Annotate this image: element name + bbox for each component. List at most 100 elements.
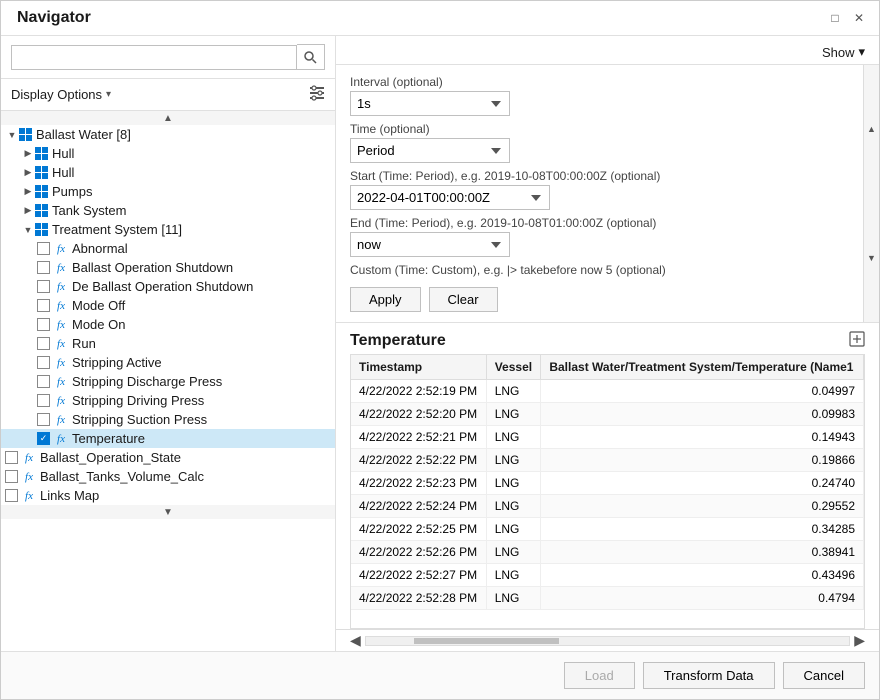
tree-checkbox[interactable] [37,375,50,388]
tree-node-ballast-tanks-vol[interactable]: fxBallast_Tanks_Volume_Calc [1,467,335,486]
tree-node-links-map[interactable]: fxLinks Map [1,486,335,505]
fx-icon: fx [54,357,68,369]
tree-node-stripping-suction-press[interactable]: fxStripping Suction Press [1,410,335,429]
tree-checkbox[interactable] [37,280,50,293]
tree-node-ballast-op-shutdown[interactable]: fxBallast Operation Shutdown [1,258,335,277]
grid-icon [19,128,32,141]
display-options-action-icon[interactable] [309,85,325,104]
tree-checkbox[interactable] [37,413,50,426]
show-button[interactable]: Show ▾ [822,44,865,60]
tree-node-abnormal[interactable]: fxAbnormal [1,239,335,258]
tree-scroll-down-button[interactable]: ▼ [1,505,335,519]
start-select[interactable]: 2022-04-01T00:00:00Z [350,185,550,210]
apply-button[interactable]: Apply [350,287,421,312]
expand-icon[interactable]: ▼ [21,223,35,237]
tree-node-tank-system[interactable]: ▶Tank System [1,201,335,220]
tree-checkbox[interactable] [37,394,50,407]
tree-node-stripping-active[interactable]: fxStripping Active [1,353,335,372]
expand-icon[interactable]: ▶ [21,185,35,199]
table-cell: LNG [486,518,541,541]
tree-node-temperature[interactable]: ✓fxTemperature [1,429,335,448]
column-header: Vessel [486,355,541,380]
table-row[interactable]: 4/22/2022 2:52:25 PMLNG0.34285 [351,518,864,541]
scroll-track[interactable] [365,636,850,646]
transform-data-button[interactable]: Transform Data [643,662,775,689]
tree-node-stripping-discharge-press[interactable]: fxStripping Discharge Press [1,372,335,391]
fx-icon: fx [22,471,36,483]
tree-node-run[interactable]: fxRun [1,334,335,353]
time-label: Time (optional) [350,122,865,136]
tree-node-stripping-driving-press[interactable]: fxStripping Driving Press [1,391,335,410]
search-input[interactable] [11,45,297,70]
close-button[interactable]: ✕ [851,10,867,26]
grid-icon [35,204,48,217]
table-row[interactable]: 4/22/2022 2:52:23 PMLNG0.24740 [351,472,864,495]
content-area: Display Options ▾ ▲ ▼Balla [1,36,879,651]
tree-checkbox[interactable] [5,451,18,464]
table-row[interactable]: 4/22/2022 2:52:27 PMLNG0.43496 [351,564,864,587]
window-title: Navigator [17,9,91,27]
table-row[interactable]: 4/22/2022 2:52:20 PMLNG0.09983 [351,403,864,426]
tree-checkbox[interactable] [37,242,50,255]
tree-node-hull-1[interactable]: ▶Hull [1,144,335,163]
table-cell: 0.14943 [541,426,864,449]
expand-icon[interactable]: ▶ [21,204,35,218]
tree-scroll-up-button[interactable]: ▲ [1,111,335,125]
table-cell: 4/22/2022 2:52:24 PM [351,495,486,518]
tree-checkbox[interactable] [37,337,50,350]
tree-checkbox[interactable] [37,261,50,274]
tree-checkbox[interactable] [5,470,18,483]
tree-label: Hull [52,165,74,180]
tree-node-ballast-water[interactable]: ▼Ballast Water [8] [1,125,335,144]
scroll-left-button[interactable]: ◀ [350,632,361,649]
table-wrapper[interactable]: TimestampVesselBallast Water/Treatment S… [350,354,865,629]
table-row[interactable]: 4/22/2022 2:52:26 PMLNG0.38941 [351,541,864,564]
tree-node-de-ballast-op-shutdown[interactable]: fxDe Ballast Operation Shutdown [1,277,335,296]
tree-node-ballast-op-state[interactable]: fxBallast_Operation_State [1,448,335,467]
time-select[interactable]: Period [350,138,510,163]
display-options-label: Display Options [11,87,102,102]
tree-checkbox[interactable] [37,318,50,331]
table-row[interactable]: 4/22/2022 2:52:24 PMLNG0.29552 [351,495,864,518]
tree-node-mode-on[interactable]: fxMode On [1,315,335,334]
clear-button[interactable]: Clear [429,287,498,312]
table-cell: LNG [486,426,541,449]
tree-node-hull-2[interactable]: ▶ Hull [1,163,335,182]
table-cell: LNG [486,587,541,610]
display-options-button[interactable]: Display Options ▾ [11,87,111,102]
cancel-button[interactable]: Cancel [783,662,865,689]
table-row[interactable]: 4/22/2022 2:52:19 PMLNG0.04997 [351,380,864,403]
tree-node-mode-off[interactable]: fxMode Off [1,296,335,315]
expand-icon[interactable]: ▶ [21,166,35,180]
table-row[interactable]: 4/22/2022 2:52:22 PMLNG0.19866 [351,449,864,472]
table-cell: 0.09983 [541,403,864,426]
scroll-thumb [414,638,559,644]
scroll-up-button[interactable]: ▲ [863,65,879,194]
export-icon-button[interactable] [849,331,865,350]
tree-checkbox[interactable] [5,489,18,502]
grid-icon [35,185,48,198]
export-icon [849,331,865,347]
expand-icon[interactable]: ▼ [5,128,19,142]
tree-checkbox[interactable]: ✓ [37,432,50,445]
table-cell: 4/22/2022 2:52:23 PM [351,472,486,495]
scroll-right-button[interactable]: ▶ [854,632,865,649]
tree-container: ▼Ballast Water [8]▶Hull▶Hull▶Pumps▶Tank … [1,125,335,505]
end-select[interactable]: now [350,232,510,257]
tree-checkbox[interactable] [37,299,50,312]
interval-select[interactable]: 1s [350,91,510,116]
tree-node-pumps[interactable]: ▶Pumps [1,182,335,201]
expand-icon[interactable]: ▶ [21,147,35,161]
scroll-down-button[interactable]: ▼ [863,194,879,323]
search-icon-button[interactable] [297,44,325,70]
start-label: Start (Time: Period), e.g. 2019-10-08T00… [350,169,865,183]
table-row[interactable]: 4/22/2022 2:52:21 PMLNG0.14943 [351,426,864,449]
table-row[interactable]: 4/22/2022 2:52:28 PMLNG0.4794 [351,587,864,610]
left-panel: Display Options ▾ ▲ ▼Balla [1,36,336,651]
table-cell: 0.24740 [541,472,864,495]
tree-checkbox[interactable] [37,356,50,369]
table-cell: 0.29552 [541,495,864,518]
grid-icon [35,223,48,236]
minimize-button[interactable]: □ [827,10,843,26]
tree-node-treatment-system[interactable]: ▼Treatment System [11] [1,220,335,239]
